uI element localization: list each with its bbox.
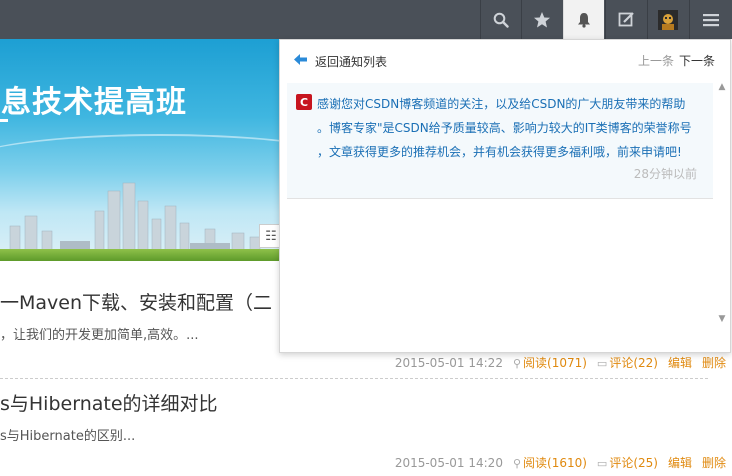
edit-link[interactable]: 编辑 [668,454,692,471]
article-title[interactable]: s与Hibernate的详细对比 [0,389,218,416]
article-summary: ，让我们的开发更加简单,高效。... [0,328,199,343]
star-icon [534,11,550,27]
user-avatar-button[interactable] [647,0,688,39]
favorites-button[interactable] [521,0,562,39]
article-date: 2015-05-01 14:20 [394,455,503,470]
banner-mark [0,119,8,122]
avatar [658,9,678,30]
comment-icon: ▭ [596,357,608,370]
prev-notification-link[interactable]: 上一条 [638,52,674,69]
notification-line: 感谢您对CSDN博客频道的关注，以及给CSDN的广大朋友带来的帮助 [317,97,686,111]
top-nav-bar [0,0,732,39]
notification-panel: 返回通知列表 上一条 下一条 C 感谢您对CSDN博客频道的关注，以及给CSDN… [279,39,731,353]
notification-line: 。博客专家"是CSDN给予质量较高、影响力较大的IT类博客的荣誉称号 [317,121,692,135]
notification-item[interactable]: C 感谢您对CSDN博客频道的关注，以及给CSDN的广大朋友带来的帮助 。博客专… [287,83,713,199]
article-meta: 2015-05-01 14:22 ⚲ 阅读(1071) ▭ 评论(22) 编辑 删除 [395,354,726,371]
next-notification-link[interactable]: 下一条 [679,52,715,69]
edit-icon [618,12,634,27]
notification-header: 返回通知列表 上一条 下一条 [280,40,730,80]
menu-icon [703,13,719,26]
search-button[interactable] [480,0,521,39]
csdn-logo-icon: C [296,94,312,110]
menu-button[interactable] [689,0,732,39]
back-arrow-icon[interactable] [294,54,307,65]
blog-banner: 信息技术提高班 ☷ [0,39,290,261]
comment-icon: ▭ [596,457,608,470]
write-button[interactable] [605,0,646,39]
notification-message: 感谢您对CSDN博客频道的关注，以及给CSDN的广大朋友带来的帮助 。博客专家"… [317,92,709,164]
read-icon: ⚲ [512,457,522,470]
banner-title: 信息技术提高班 [0,85,187,120]
back-to-list-link[interactable]: 返回通知列表 [315,53,387,70]
read-count-link[interactable]: 阅读(1071) [523,356,587,370]
read-count-link[interactable]: 阅读(1610) [523,456,587,470]
article-date: 2015-05-01 14:22 [394,355,503,370]
bell-icon [578,12,590,28]
article-summary: s与Hibernate的区别... [0,429,136,444]
notification-time: 28分钟以前 [633,167,697,181]
delete-link[interactable]: 删除 [702,354,726,371]
scroll-up-icon[interactable]: ▲ [717,82,727,92]
panel-scrollbar[interactable]: ▲ ▼ [715,82,729,328]
notification-line: ，文章获得更多的推荐机会，并有机会获得更多福利哦，前来申请吧! [317,145,682,159]
article-title[interactable]: 一Maven下载、安装和配置（二 [0,288,272,315]
banner-grass [0,249,290,261]
read-icon: ⚲ [512,357,522,370]
comment-count-link[interactable]: 评论(25) [609,456,658,470]
article-divider [0,378,708,379]
notifications-button[interactable] [563,0,604,39]
article-meta: 2015-05-01 14:20 ⚲ 阅读(1610) ▭ 评论(25) 编辑 删除 [395,454,726,471]
edit-link[interactable]: 编辑 [668,354,692,371]
comment-count-link[interactable]: 评论(22) [609,356,658,370]
city-skyline-image [9,182,261,261]
scroll-down-icon[interactable]: ▼ [717,314,727,324]
search-icon [493,12,509,28]
delete-link[interactable]: 删除 [702,454,726,471]
